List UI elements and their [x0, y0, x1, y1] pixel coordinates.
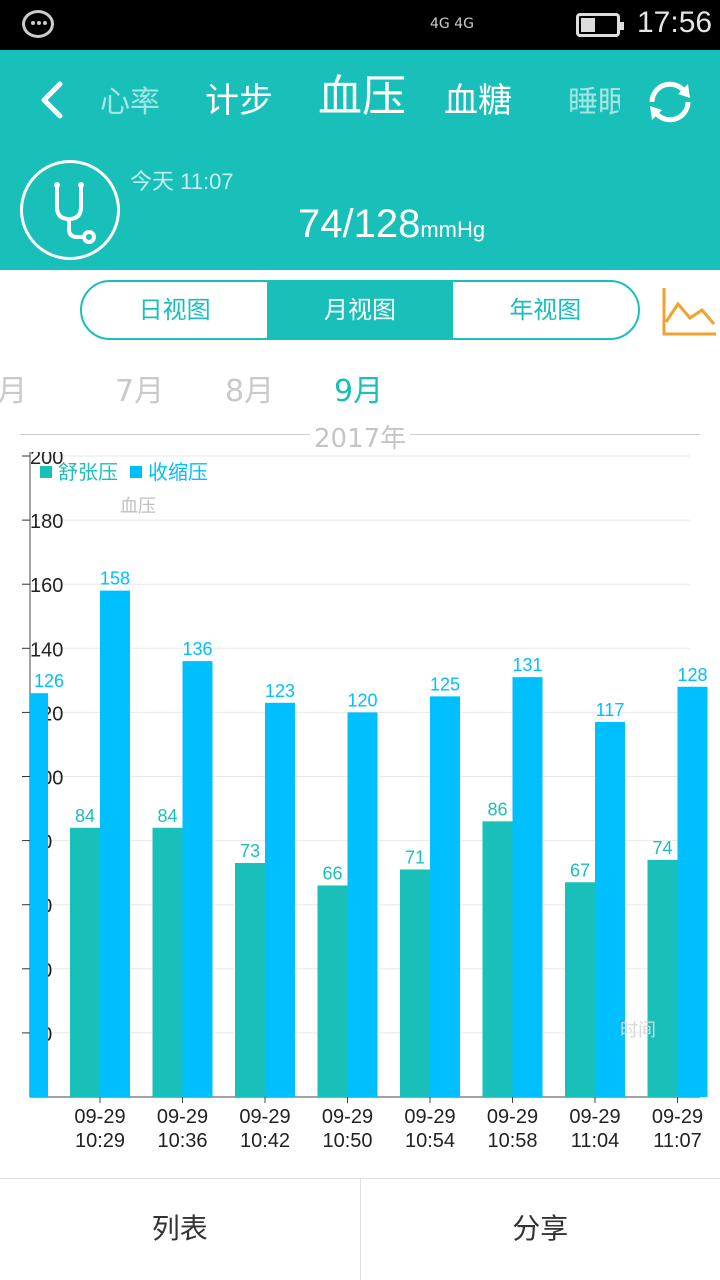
tab-blood-sugar[interactable]: 血糖 [444, 76, 512, 126]
status-bar: 4G 4G 17:56 [0, 0, 720, 50]
data-label: 74 [652, 838, 672, 858]
tab-heart-rate[interactable]: 心率 [100, 78, 160, 128]
x-tick-label: 09-29 [569, 1106, 620, 1128]
data-label: 117 [596, 700, 625, 720]
bar-systolic [512, 677, 543, 1097]
year-label: 2017年 [310, 418, 411, 455]
latest-reading: 今天 11:07 74/128mmHg [0, 150, 720, 270]
data-label: 136 [182, 639, 212, 659]
data-label: 73 [240, 841, 260, 861]
battery-icon [576, 13, 624, 37]
y-tick-label: 160 [30, 575, 63, 597]
tab-blood-pressure[interactable]: 血压 [318, 72, 406, 122]
data-label: 126 [34, 671, 64, 691]
data-label: 71 [405, 847, 425, 867]
view-toggle: 日视图 月视图 年视图 [80, 280, 640, 340]
bar-systolic-partial [30, 693, 48, 1097]
x-tick-label: 10:54 [405, 1130, 455, 1152]
x-tick-label: 09-29 [652, 1106, 703, 1128]
x-tick-label: 11:07 [653, 1130, 702, 1152]
data-label: 66 [322, 863, 342, 883]
list-button[interactable]: 列表 [0, 1179, 360, 1280]
x-tick-label: 09-29 [74, 1106, 125, 1128]
tab-steps[interactable]: 计步 [205, 76, 273, 126]
x-tick-label: 10:50 [322, 1130, 372, 1152]
bar-systolic [100, 590, 130, 1097]
tab-sleep[interactable]: 睡眠 [568, 78, 620, 128]
message-icon [22, 10, 54, 38]
legend-label: 舒张压 [58, 460, 118, 484]
x-tick-label: 10:29 [75, 1130, 125, 1152]
bar-diastolic [565, 882, 595, 1097]
line-chart-icon[interactable] [660, 284, 718, 342]
network-indicator: 4G 4G [430, 16, 474, 32]
stethoscope-icon [54, 182, 96, 244]
reading-date: 今天 11:07 [130, 169, 234, 194]
data-label: 128 [677, 665, 707, 685]
x-tick-label: 10:42 [240, 1130, 290, 1152]
bottom-bar: 列表 分享 [0, 1178, 720, 1280]
bar-systolic [430, 696, 460, 1097]
month-item[interactable]: 6月 [0, 366, 27, 410]
x-tick-label: 10:58 [487, 1130, 537, 1152]
month-item[interactable]: 7月 [115, 366, 164, 410]
stethoscope-icon-circle [20, 160, 120, 260]
bar-systolic [677, 686, 708, 1097]
x-tick-label: 09-29 [404, 1106, 455, 1128]
bar-diastolic [152, 827, 183, 1097]
bar-diastolic [400, 869, 430, 1097]
legend-swatch [130, 466, 142, 478]
bar-diastolic [235, 863, 265, 1097]
x-tick-label: 11:04 [571, 1130, 620, 1152]
reading-value: 74/128mmHg [298, 202, 485, 247]
status-time: 17:56 [637, 6, 713, 39]
back-arrow-icon[interactable] [36, 80, 72, 120]
bar-systolic [182, 661, 213, 1097]
data-label: 158 [100, 569, 130, 589]
year-divider: 2017年 [20, 418, 700, 455]
x-tick-label: 09-29 [239, 1106, 290, 1128]
data-label: 120 [347, 690, 377, 710]
refresh-icon[interactable] [642, 74, 698, 130]
top-nav: 心率 计步 血压 血糖 睡眠 [0, 50, 720, 150]
data-label: 84 [75, 806, 95, 826]
legend-swatch [40, 466, 52, 478]
x-tick-label: 09-29 [487, 1106, 538, 1128]
tab-month-view[interactable]: 月视图 [267, 282, 453, 338]
bar-systolic [347, 712, 378, 1097]
x-tick-label: 09-29 [322, 1106, 373, 1128]
tab-day-view[interactable]: 日视图 [82, 282, 267, 338]
bar-diastolic [317, 885, 348, 1097]
data-label: 131 [512, 655, 542, 675]
tab-year-view[interactable]: 年视图 [453, 282, 638, 338]
bar-diastolic [647, 859, 678, 1097]
y-tick-label: 180 [30, 511, 63, 533]
data-label: 125 [430, 674, 460, 694]
bar-diastolic [70, 827, 100, 1097]
data-label: 86 [487, 799, 507, 819]
month-item[interactable]: 8月 [225, 366, 274, 410]
x-tick-label: 10:36 [157, 1130, 207, 1152]
bar-systolic [265, 702, 295, 1097]
y-tick-label: 140 [30, 639, 63, 661]
reading-unit: mmHg [420, 217, 486, 242]
bar-diastolic [482, 821, 513, 1097]
blood-pressure-chart[interactable]: 204060801001201401601802001268415809-291… [0, 452, 720, 1168]
x-tick-label: 09-29 [157, 1106, 208, 1128]
x-axis-title: 时间 [620, 1020, 656, 1041]
month-item-active[interactable]: 9月 [334, 366, 383, 410]
legend-label: 收缩压 [148, 460, 208, 484]
data-label: 123 [265, 681, 295, 701]
month-selector: 6月 7月 8月 9月 [0, 358, 720, 414]
data-label: 67 [570, 860, 590, 880]
y-axis-title: 血压 [120, 496, 156, 517]
share-button[interactable]: 分享 [361, 1179, 720, 1280]
data-label: 84 [157, 806, 177, 826]
reading-number: 74/128 [298, 202, 421, 246]
